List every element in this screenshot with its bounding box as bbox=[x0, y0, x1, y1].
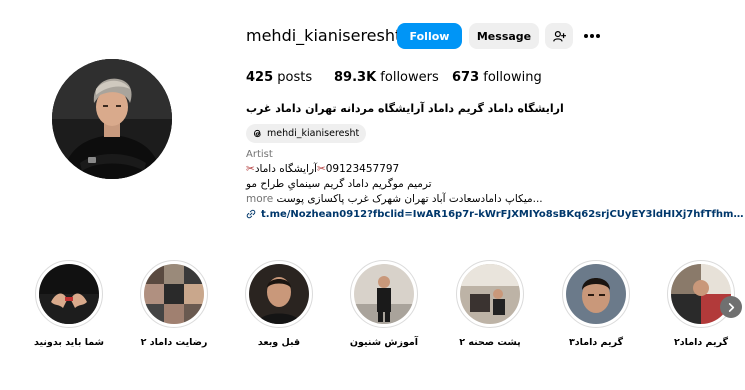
bio-line-1: 09123457797✂آرایشگاه داماد✂ bbox=[246, 163, 399, 175]
message-button[interactable]: Message bbox=[469, 23, 539, 49]
bio-phone: 09123457797 bbox=[325, 163, 400, 175]
scissors-emoji-icon: ✂ bbox=[316, 163, 326, 175]
highlight-thumbnail bbox=[249, 264, 309, 324]
following-label: following bbox=[483, 70, 542, 85]
threads-handle: mehdi_kianiseresht bbox=[267, 128, 360, 139]
scissors-emoji-icon: ✂ bbox=[246, 163, 255, 175]
highlight-cover[interactable] bbox=[562, 260, 630, 328]
bio-line-3-text: ...میکاپ دامادسعادت آباد تهران شهرک غرب … bbox=[276, 193, 543, 205]
bio-external-link[interactable]: t.me/Nozhean0912?fbclid=IwAR16p7r-kWrFJX… bbox=[246, 206, 745, 222]
profile-username: mehdi_kianiseresht bbox=[246, 26, 402, 45]
profile-avatar[interactable] bbox=[52, 59, 172, 179]
profile-page: mehdi_kianiseresht Follow Message 425 po… bbox=[0, 0, 745, 390]
bio-salon-text: آرایشگاه داماد bbox=[254, 163, 317, 175]
follow-button[interactable]: Follow bbox=[397, 23, 462, 49]
highlight-label: آموزش شنیون bbox=[349, 337, 419, 348]
highlight-cover[interactable] bbox=[667, 260, 735, 328]
followers-link[interactable]: 89.3K followers bbox=[334, 70, 439, 85]
highlight-item[interactable]: شما باید بدونید bbox=[34, 260, 105, 348]
posts-count: 425 posts bbox=[246, 70, 312, 85]
threads-badge[interactable]: mehdi_kianiseresht bbox=[246, 124, 367, 143]
highlight-item[interactable]: گریم داماد۳ bbox=[562, 260, 632, 348]
highlight-thumbnail bbox=[671, 264, 731, 324]
threads-icon bbox=[253, 129, 261, 138]
bio-line-2: ترمیم موگریم داماد گریم سینمایِ طراح مو bbox=[246, 178, 432, 190]
highlight-cover[interactable] bbox=[35, 260, 103, 328]
highlight-thumbnail bbox=[39, 264, 99, 324]
highlight-cover[interactable] bbox=[456, 260, 524, 328]
bio-line-3: ...میکاپ دامادسعادت آباد تهران شهرک غرب … bbox=[246, 193, 543, 205]
highlights-next-button[interactable] bbox=[720, 296, 742, 318]
posts-number: 425 bbox=[246, 70, 274, 85]
link-icon bbox=[246, 209, 256, 219]
highlight-label: قبل وبعد bbox=[257, 337, 301, 348]
more-options-button[interactable] bbox=[582, 27, 602, 45]
highlight-item[interactable]: آموزش شنیون bbox=[350, 260, 420, 348]
highlight-cover[interactable] bbox=[245, 260, 313, 328]
highlight-label: شما باید بدونید bbox=[34, 337, 104, 348]
highlight-label: پشت صحنه ۲ bbox=[459, 337, 521, 348]
highlight-cover[interactable] bbox=[140, 260, 208, 328]
suggested-accounts-button[interactable] bbox=[545, 23, 573, 49]
followers-label: followers bbox=[380, 70, 439, 85]
avatar-photo bbox=[52, 59, 172, 179]
highlight-label: رضایت داماد ۲ bbox=[140, 337, 208, 348]
highlight-item[interactable]: پشت صحنه ۲ bbox=[456, 260, 526, 348]
highlight-item[interactable]: قبل وبعد bbox=[245, 260, 315, 348]
following-link[interactable]: 673 following bbox=[452, 70, 542, 85]
highlight-cover[interactable] bbox=[350, 260, 418, 328]
highlight-label: گریم داماد۳ bbox=[568, 337, 624, 348]
following-number: 673 bbox=[452, 70, 480, 85]
highlight-thumbnail bbox=[354, 264, 414, 324]
highlight-label: گریم داماد۲ bbox=[673, 337, 729, 348]
highlight-item[interactable]: رضایت داماد ۲ bbox=[140, 260, 210, 348]
highlight-thumbnail bbox=[144, 264, 204, 324]
person-plus-icon bbox=[552, 30, 566, 42]
followers-number: 89.3K bbox=[334, 70, 377, 85]
profile-full-name: ارایشگاه داماد گریم داماد آرایشگاه مردان… bbox=[246, 102, 564, 115]
profile-category: Artist bbox=[246, 149, 273, 160]
highlight-thumbnail bbox=[566, 264, 626, 324]
ellipsis-icon bbox=[584, 34, 600, 38]
highlight-thumbnail bbox=[460, 264, 520, 324]
chevron-right-icon bbox=[728, 302, 734, 312]
bio-more-link[interactable]: more bbox=[246, 193, 273, 205]
posts-label: posts bbox=[277, 70, 313, 85]
bio-link-text: t.me/Nozhean0912?fbclid=IwAR16p7r-kWrFJX… bbox=[261, 208, 745, 220]
